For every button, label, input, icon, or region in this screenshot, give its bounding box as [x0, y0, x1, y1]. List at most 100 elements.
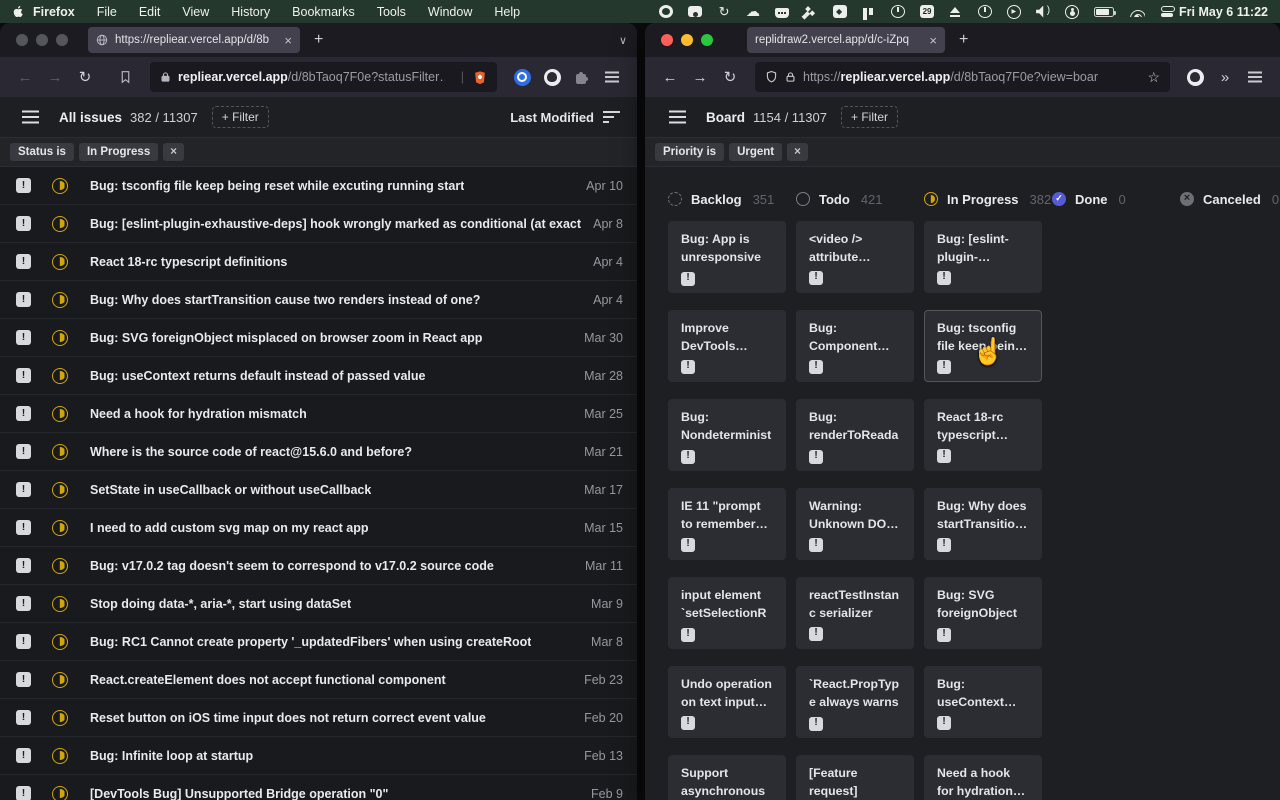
- status-in-progress-icon[interactable]: [52, 786, 68, 800]
- priority-urgent-icon[interactable]: [809, 450, 823, 464]
- filter-value-chip[interactable]: In Progress: [79, 143, 158, 161]
- status-in-progress-icon[interactable]: [52, 254, 68, 270]
- onepassword-icon[interactable]: [509, 64, 535, 90]
- dropbox-icon[interactable]: [804, 5, 818, 19]
- status-in-progress-icon[interactable]: [52, 672, 68, 688]
- priority-urgent-icon[interactable]: [937, 271, 951, 285]
- new-tab-button[interactable]: [959, 31, 968, 49]
- issue-row[interactable]: [DevTools Bug] Unsupported Bridge operat…: [0, 775, 637, 800]
- filter-value-chip[interactable]: Urgent: [729, 143, 782, 161]
- issue-card[interactable]: input element `setSelectionRa: [668, 577, 786, 649]
- extensions-icon[interactable]: [569, 64, 595, 90]
- issue-row[interactable]: I need to add custom svg map on my react…: [0, 509, 637, 547]
- priority-urgent-icon[interactable]: [16, 786, 31, 800]
- remove-filter-icon[interactable]: ×: [163, 143, 184, 161]
- priority-urgent-icon[interactable]: [809, 538, 823, 552]
- priority-urgent-icon[interactable]: [681, 450, 695, 464]
- priority-urgent-icon[interactable]: [16, 634, 31, 649]
- tracking-shield-icon[interactable]: [765, 70, 778, 84]
- switch-circle-icon[interactable]: [978, 5, 992, 18]
- priority-urgent-icon[interactable]: [16, 330, 31, 345]
- url-bar[interactable]: repliear.vercel.app/d/8bTaoq7F0e?statusF…: [150, 62, 497, 92]
- issue-row[interactable]: Bug: RC1 Cannot create property '_update…: [0, 623, 637, 661]
- back-button[interactable]: [657, 64, 683, 90]
- priority-urgent-icon[interactable]: [16, 596, 31, 611]
- columns-icon[interactable]: [862, 6, 876, 18]
- close-window-button[interactable]: [661, 34, 673, 46]
- priority-urgent-icon[interactable]: [16, 520, 31, 535]
- status-in-progress-icon[interactable]: [52, 748, 68, 764]
- priority-urgent-icon[interactable]: [937, 449, 951, 463]
- menu-view[interactable]: View: [182, 5, 209, 19]
- status-in-progress-icon[interactable]: [52, 482, 68, 498]
- issue-row[interactable]: Bug: SVG foreignObject misplaced on brow…: [0, 319, 637, 357]
- priority-urgent-icon[interactable]: [681, 272, 695, 286]
- issue-card[interactable]: Bug: Component…: [796, 310, 914, 382]
- priority-urgent-icon[interactable]: [16, 216, 31, 231]
- overflow-menu-icon[interactable]: [1212, 64, 1238, 90]
- status-in-progress-icon[interactable]: [52, 558, 68, 574]
- issue-card[interactable]: Support asynchronous…: [668, 755, 786, 800]
- status-in-progress-icon[interactable]: [52, 710, 68, 726]
- priority-urgent-icon[interactable]: [16, 444, 31, 459]
- bookmark-star-icon[interactable]: [1147, 69, 1160, 86]
- priority-urgent-icon[interactable]: [681, 538, 695, 552]
- priority-urgent-icon[interactable]: [937, 716, 951, 730]
- reload-button[interactable]: [72, 64, 98, 90]
- wifi-icon[interactable]: [1129, 6, 1145, 17]
- whale-icon[interactable]: [775, 8, 789, 18]
- issue-card[interactable]: `React.PropType always warns ab: [796, 666, 914, 738]
- record-icon[interactable]: [659, 5, 673, 18]
- issue-card[interactable]: Bug: useContext…: [924, 666, 1042, 738]
- priority-urgent-icon[interactable]: [16, 748, 31, 763]
- issue-row[interactable]: Bug: Infinite loop at startup Feb 13: [0, 737, 637, 775]
- menu-file[interactable]: File: [97, 5, 117, 19]
- issue-row[interactable]: SetState in useCallback or without useCa…: [0, 471, 637, 509]
- priority-urgent-icon[interactable]: [16, 482, 31, 497]
- menu-bookmarks[interactable]: Bookmarks: [292, 5, 355, 19]
- issue-row[interactable]: Bug: tsconfig file keep being reset whil…: [0, 167, 637, 205]
- priority-urgent-icon[interactable]: [681, 360, 695, 374]
- issue-card[interactable]: Bug: SVG foreignObject…: [924, 577, 1042, 649]
- priority-urgent-icon[interactable]: [937, 538, 951, 552]
- sidebar-menu-icon[interactable]: [22, 116, 39, 118]
- browser-tab[interactable]: https://repliear.vercel.app/d/8b ×: [88, 27, 300, 53]
- filter-button[interactable]: + Filter: [841, 106, 898, 128]
- issue-card[interactable]: [Feature request] expo…: [796, 755, 914, 800]
- url-bar[interactable]: https://repliear.vercel.app/d/8bTaoq7F0e…: [755, 62, 1170, 92]
- sort-control[interactable]: Last Modified: [510, 110, 621, 125]
- priority-urgent-icon[interactable]: [16, 178, 31, 193]
- status-in-progress-icon[interactable]: [52, 444, 68, 460]
- issue-card[interactable]: Improve DevTools…: [668, 310, 786, 382]
- play-circle-icon[interactable]: [1007, 5, 1021, 19]
- priority-urgent-icon[interactable]: [937, 628, 951, 642]
- tab-list-chevron-icon[interactable]: [619, 34, 627, 47]
- zoom-window-button[interactable]: [56, 34, 68, 46]
- issue-row[interactable]: React.createElement does not accept func…: [0, 661, 637, 699]
- issue-card[interactable]: Bug: App is unresponsive…: [668, 221, 786, 293]
- status-in-progress-icon[interactable]: [52, 330, 68, 346]
- issue-card[interactable]: Bug: tsconfig file keep bein…: [924, 310, 1042, 382]
- status-in-progress-icon[interactable]: [52, 596, 68, 612]
- status-in-progress-icon[interactable]: [52, 406, 68, 422]
- status-in-progress-icon[interactable]: [52, 634, 68, 650]
- priority-urgent-icon[interactable]: [809, 717, 823, 731]
- priority-urgent-icon[interactable]: [16, 672, 31, 687]
- menu-clock[interactable]: Fri May 6 11:22: [1179, 5, 1268, 19]
- issue-card[interactable]: Bug: renderToReadab: [796, 399, 914, 471]
- gem-icon[interactable]: [833, 5, 847, 18]
- tab-close-icon[interactable]: ×: [284, 33, 292, 48]
- battery-icon[interactable]: [1094, 7, 1114, 17]
- issue-row[interactable]: Where is the source code of react@15.6.0…: [0, 433, 637, 471]
- priority-urgent-icon[interactable]: [16, 254, 31, 269]
- status-in-progress-icon[interactable]: [52, 368, 68, 384]
- issue-card[interactable]: Need a hook for hydration…: [924, 755, 1042, 800]
- issue-row[interactable]: Bug: useContext returns default instead …: [0, 357, 637, 395]
- remove-filter-icon[interactable]: ×: [787, 143, 808, 161]
- filter-button[interactable]: + Filter: [212, 106, 269, 128]
- issue-row[interactable]: Stop doing data-*, aria-*, start using d…: [0, 585, 637, 623]
- issue-card[interactable]: React 18-rc typescript…: [924, 399, 1042, 471]
- priority-urgent-icon[interactable]: [16, 558, 31, 573]
- browser-tab[interactable]: replidraw2.vercel.app/d/c-iZpq ×: [747, 27, 945, 53]
- issue-card[interactable]: reactTestInstanc serializer: [796, 577, 914, 649]
